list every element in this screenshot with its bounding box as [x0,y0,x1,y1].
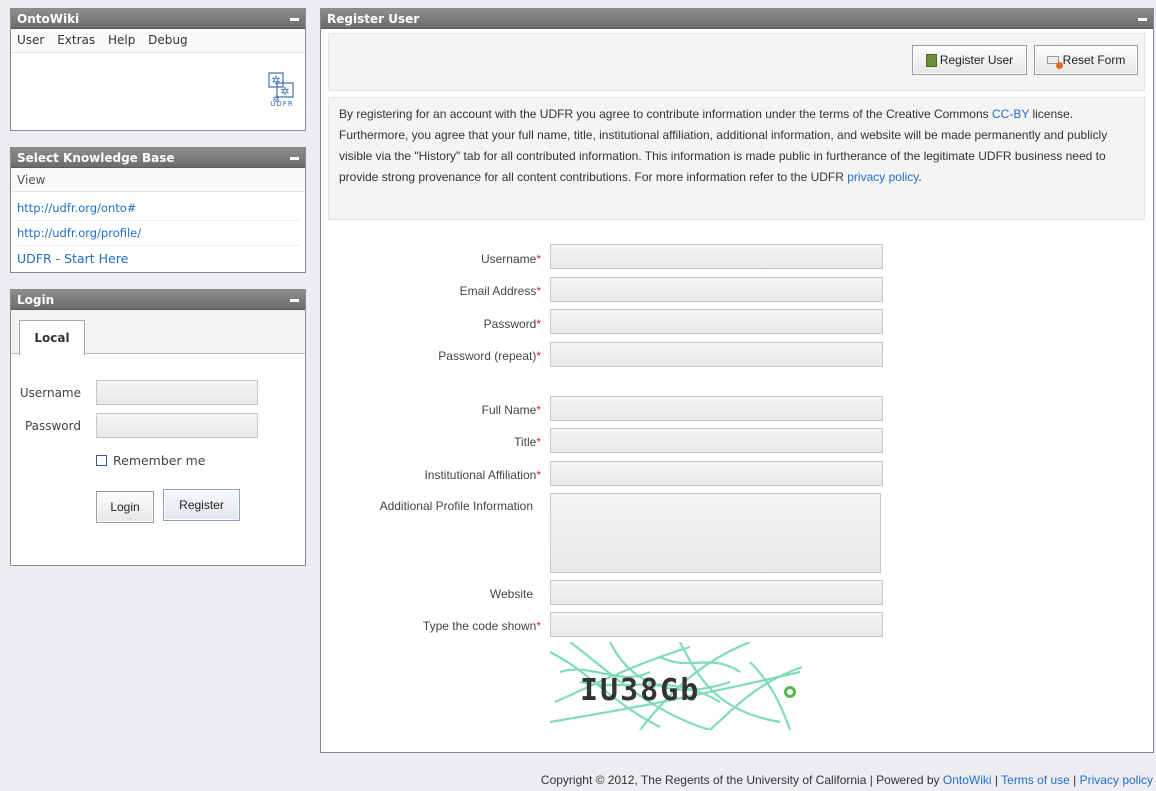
cc-by-link[interactable]: CC-BY [992,107,1029,121]
required-marker: * [536,252,541,266]
menu-debug[interactable]: Debug [148,33,187,47]
required-marker: * [536,284,541,298]
login-password-row: Password [11,413,305,439]
svg-text:✲: ✲ [271,74,280,87]
username-label: Username [480,252,537,266]
password-label: Password [483,317,537,331]
minimize-icon[interactable] [1138,18,1147,21]
title-label: Title [514,435,537,449]
full-name-label: Full Name [481,403,537,417]
affiliation-input[interactable] [550,461,883,486]
footer: Copyright © 2012, The Regents of the Uni… [540,773,1153,787]
login-panel-title: Login [11,290,305,310]
required-marker: * [536,468,541,482]
captcha-code: IU38Gb [580,673,700,708]
kb-list: http://udfr.org/onto# http://udfr.org/pr… [11,192,305,271]
menu-user[interactable]: User [17,33,44,47]
kb-panel-title: Select Knowledge Base [11,148,305,168]
login-button[interactable]: Login [96,491,154,523]
required-marker: * [536,317,541,331]
login-password-label: Password [24,419,81,433]
affiliation-label: Institutional Affiliation [424,468,537,482]
minimize-icon[interactable] [290,157,299,160]
login-username-input[interactable] [96,380,258,405]
ontowiki-panel-title: OntoWiki [11,9,305,29]
login-username-row: Username [11,380,305,406]
register-panel-title: Register User [321,9,1153,29]
terms-notice: By registering for an account with the U… [328,97,1145,220]
login-username-label: Username [19,386,81,400]
website-input[interactable] [550,580,883,605]
tab-local[interactable]: Local [19,320,85,355]
privacy-policy-footer-link[interactable]: Privacy policy [1080,773,1153,787]
title-input[interactable] [550,428,883,453]
captcha-image: IU38Gb [549,640,803,732]
captcha-label: Type the code shown [422,619,537,633]
menu-extras[interactable]: Extras [57,33,95,47]
register-toolbar: Register User Reset Form [328,33,1145,91]
kb-link-start-here[interactable]: UDFR - Start Here [17,246,299,271]
register-icon [925,54,937,68]
password-repeat-label: Password (repeat) [438,349,537,363]
required-marker: * [536,403,541,417]
svg-text:✲: ✲ [280,85,289,98]
email-label: Email Address [459,284,537,298]
remember-me-checkbox[interactable] [96,455,107,466]
remember-me-label: Remember me [113,453,206,468]
terms-of-use-link[interactable]: Terms of use [1001,773,1070,787]
main-menu: User Extras Help Debug [11,29,305,53]
kb-view-menu[interactable]: View [11,168,305,192]
ontowiki-link[interactable]: OntoWiki [943,773,992,787]
email-input[interactable] [550,277,883,302]
login-tabs: Local [11,310,305,355]
login-password-input[interactable] [96,413,258,438]
ontowiki-panel: OntoWiki User Extras Help Debug ✲ ✲ ✲ UD… [10,8,306,131]
register-button[interactable]: Register [163,489,240,521]
register-user-button[interactable]: Register User [912,45,1027,75]
reset-form-button[interactable]: Reset Form [1034,45,1138,75]
required-marker: * [536,435,541,449]
website-label: Website [489,587,533,601]
captcha-input[interactable] [550,612,883,637]
kb-link-onto[interactable]: http://udfr.org/onto# [17,196,299,221]
login-panel: Login Local Username Password Remember m… [10,289,306,566]
minimize-icon[interactable] [290,299,299,302]
full-name-input[interactable] [550,396,883,421]
additional-info-label: Additional Profile Information [379,499,533,513]
password-repeat-input[interactable] [550,342,883,367]
additional-info-textarea[interactable] [550,493,881,573]
minimize-icon[interactable] [290,18,299,21]
menu-help[interactable]: Help [108,33,135,47]
privacy-policy-link[interactable]: privacy policy [847,170,918,184]
udfr-logo: ✲ ✲ ✲ UDFR [267,71,297,111]
knowledge-base-panel: Select Knowledge Base View http://udfr.o… [10,147,306,273]
register-user-panel: Register User Register User Reset Form B… [320,8,1154,753]
logo-text: UDFR [270,100,294,108]
password-input[interactable] [550,309,883,334]
kb-link-profile[interactable]: http://udfr.org/profile/ [17,221,299,246]
required-marker: * [536,619,541,633]
reset-icon [1046,55,1063,69]
required-marker: * [536,349,541,363]
username-input[interactable] [550,244,883,269]
